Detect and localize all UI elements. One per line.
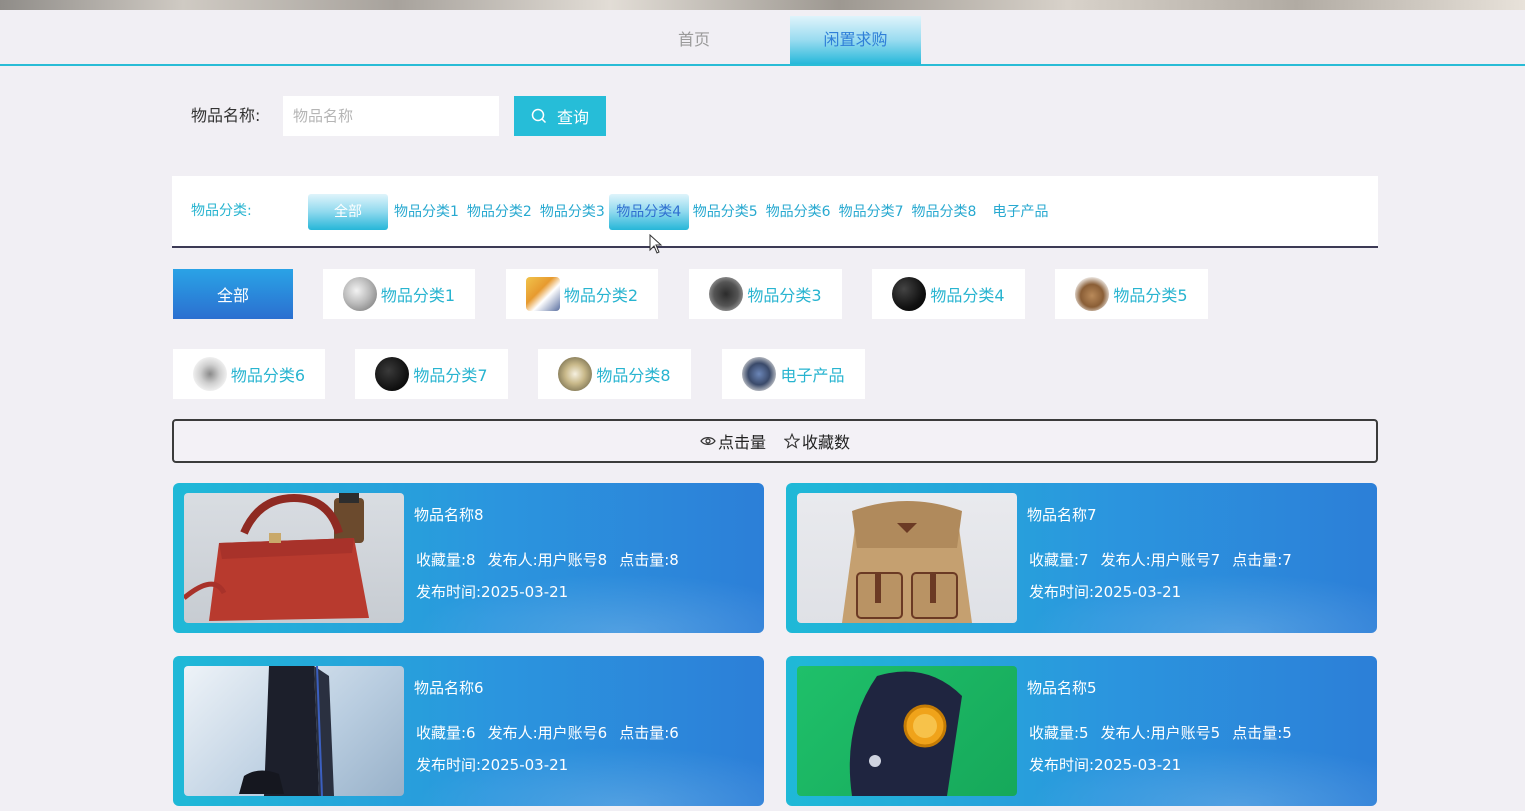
item-card[interactable]: 物品名称7 收藏量:7 发布人:用户账号7 点击量:7 发布时间:2025-03-2…: [786, 483, 1377, 633]
category-card-1[interactable]: 物品分类1: [323, 269, 475, 319]
item-favorites: 收藏量:8: [416, 551, 476, 569]
item-favorites: 收藏量:6: [416, 724, 476, 742]
category-card-label: 物品分类5: [1113, 286, 1188, 305]
category-card-3[interactable]: 物品分类3: [689, 269, 842, 319]
item-favorites: 收藏量:5: [1029, 724, 1089, 742]
category-thumb: [375, 357, 410, 391]
category-card-5[interactable]: 物品分类5: [1055, 269, 1208, 319]
category-card-label: 物品分类8: [596, 366, 671, 385]
top-banner-image: [0, 0, 1525, 10]
search-row: 物品名称: 查询: [0, 96, 1525, 136]
category-card-label: 全部: [216, 286, 249, 305]
item-publish-time: 发布时间:2025-03-21: [1029, 583, 1182, 601]
category-thumb: [742, 357, 777, 391]
category-card-2[interactable]: 物品分类2: [506, 269, 658, 319]
category-thumb: [558, 357, 593, 391]
item-card[interactable]: 物品名称6 收藏量:6 发布人:用户账号6 点击量:6 发布时间:2025-03-2…: [173, 656, 764, 806]
item-publish-time: 发布时间:2025-03-21: [416, 583, 569, 601]
category-card-label: 物品分类4: [930, 286, 1005, 305]
sort-favorites-label: 收藏数: [802, 433, 851, 452]
category-thumb: [1075, 277, 1110, 311]
category-thumb: [192, 357, 227, 391]
item-clicks: 点击量:5: [1232, 724, 1292, 742]
category-card-label: 物品分类7: [413, 366, 488, 385]
category-filter-tags: 全部 物品分类1 物品分类2 物品分类3 物品分类4 物品分类5 物品分类6 物…: [308, 194, 1052, 230]
nav-wanted[interactable]: 闲置求购: [790, 16, 921, 64]
category-tag-8[interactable]: 物品分类8: [908, 194, 981, 230]
category-tag-4[interactable]: 物品分类4: [608, 194, 689, 230]
item-publisher: 发布人:用户账号7: [1100, 551, 1221, 569]
item-card[interactable]: 物品名称8 收藏量:8 发布人:用户账号8 点击量:8 发布时间:2025-03-2…: [173, 483, 764, 633]
search-label: 物品名称:: [191, 106, 261, 125]
sort-clicks-label: 点击量: [717, 433, 766, 452]
mouse-cursor-icon: [649, 234, 663, 254]
category-tag-6[interactable]: 物品分类6: [762, 194, 835, 230]
category-tag-electronics[interactable]: 电子产品: [988, 194, 1052, 230]
category-tag-3[interactable]: 物品分类3: [536, 194, 609, 230]
category-card-electronics[interactable]: 电子产品: [722, 349, 865, 399]
category-thumb: [709, 277, 744, 311]
item-favorites: 收藏量:7: [1029, 551, 1089, 569]
item-image-canvas-backpack: [797, 493, 1017, 623]
item-clicks: 点击量:7: [1232, 551, 1292, 569]
search-icon: [531, 108, 547, 124]
category-filter-bar: 物品分类: 全部 物品分类1 物品分类2 物品分类3 物品分类4 物品分类5 物…: [172, 176, 1378, 248]
item-image-red-handbag: [184, 493, 404, 623]
item-card[interactable]: 物品名称5 收藏量:5 发布人:用户账号5 点击量:5 发布时间:2025-03-2…: [786, 656, 1377, 806]
category-thumb: [892, 277, 927, 311]
item-stats: 收藏量:8 发布人:用户账号8 点击量:8: [416, 549, 691, 570]
category-tag-7[interactable]: 物品分类7: [835, 194, 908, 230]
item-name: 物品名称7: [1027, 506, 1097, 524]
category-thumb: [342, 277, 377, 311]
sort-by-favorites[interactable]: 收藏数: [784, 429, 850, 453]
item-publish-time: 发布时间:2025-03-21: [1029, 756, 1182, 774]
category-card-8[interactable]: 物品分类8: [538, 349, 691, 399]
category-filter-title: 物品分类:: [191, 203, 252, 219]
star-icon: [784, 433, 800, 449]
item-publisher: 发布人:用户账号8: [487, 551, 608, 569]
category-tag-5[interactable]: 物品分类5: [689, 194, 762, 230]
category-card-all[interactable]: 全部: [173, 269, 293, 319]
search-button-label: 查询: [556, 108, 589, 127]
category-tag-1[interactable]: 物品分类1: [390, 194, 463, 230]
category-card-4[interactable]: 物品分类4: [872, 269, 1025, 319]
item-name: 物品名称6: [414, 679, 484, 697]
top-nav: 首页 闲置求购: [0, 10, 1525, 66]
item-publisher: 发布人:用户账号5: [1100, 724, 1221, 742]
category-card-7[interactable]: 物品分类7: [355, 349, 508, 399]
item-image-game-console: [184, 666, 404, 796]
sort-by-clicks[interactable]: 点击量: [700, 429, 766, 453]
item-stats: 收藏量:6 发布人:用户账号6 点击量:6: [416, 722, 691, 743]
category-card-6[interactable]: 物品分类6: [173, 349, 325, 399]
item-name: 物品名称5: [1027, 679, 1097, 697]
item-clicks: 点击量:6: [619, 724, 679, 742]
item-publisher: 发布人:用户账号6: [487, 724, 608, 742]
category-thumb: [525, 277, 560, 311]
category-card-label: 物品分类2: [563, 286, 639, 305]
sort-bar: 点击量 收藏数: [172, 419, 1378, 463]
nav-home[interactable]: 首页: [632, 16, 756, 64]
item-image-flip-phone: [797, 666, 1017, 796]
item-stats: 收藏量:7 发布人:用户账号7 点击量:7: [1029, 549, 1304, 570]
item-stats: 收藏量:5 发布人:用户账号5 点击量:5: [1029, 722, 1304, 743]
item-name: 物品名称8: [414, 506, 484, 524]
category-card-label: 电子产品: [780, 366, 845, 385]
search-input[interactable]: [283, 96, 499, 136]
category-tag-all[interactable]: 全部: [308, 194, 388, 230]
eye-icon: [700, 437, 716, 445]
category-card-label: 物品分类3: [747, 286, 822, 305]
item-publish-time: 发布时间:2025-03-21: [416, 756, 569, 774]
category-card-label: 物品分类6: [230, 366, 306, 385]
category-card-label: 物品分类1: [380, 286, 456, 305]
search-button[interactable]: 查询: [514, 96, 606, 136]
item-clicks: 点击量:8: [619, 551, 679, 569]
category-tag-2[interactable]: 物品分类2: [463, 194, 536, 230]
